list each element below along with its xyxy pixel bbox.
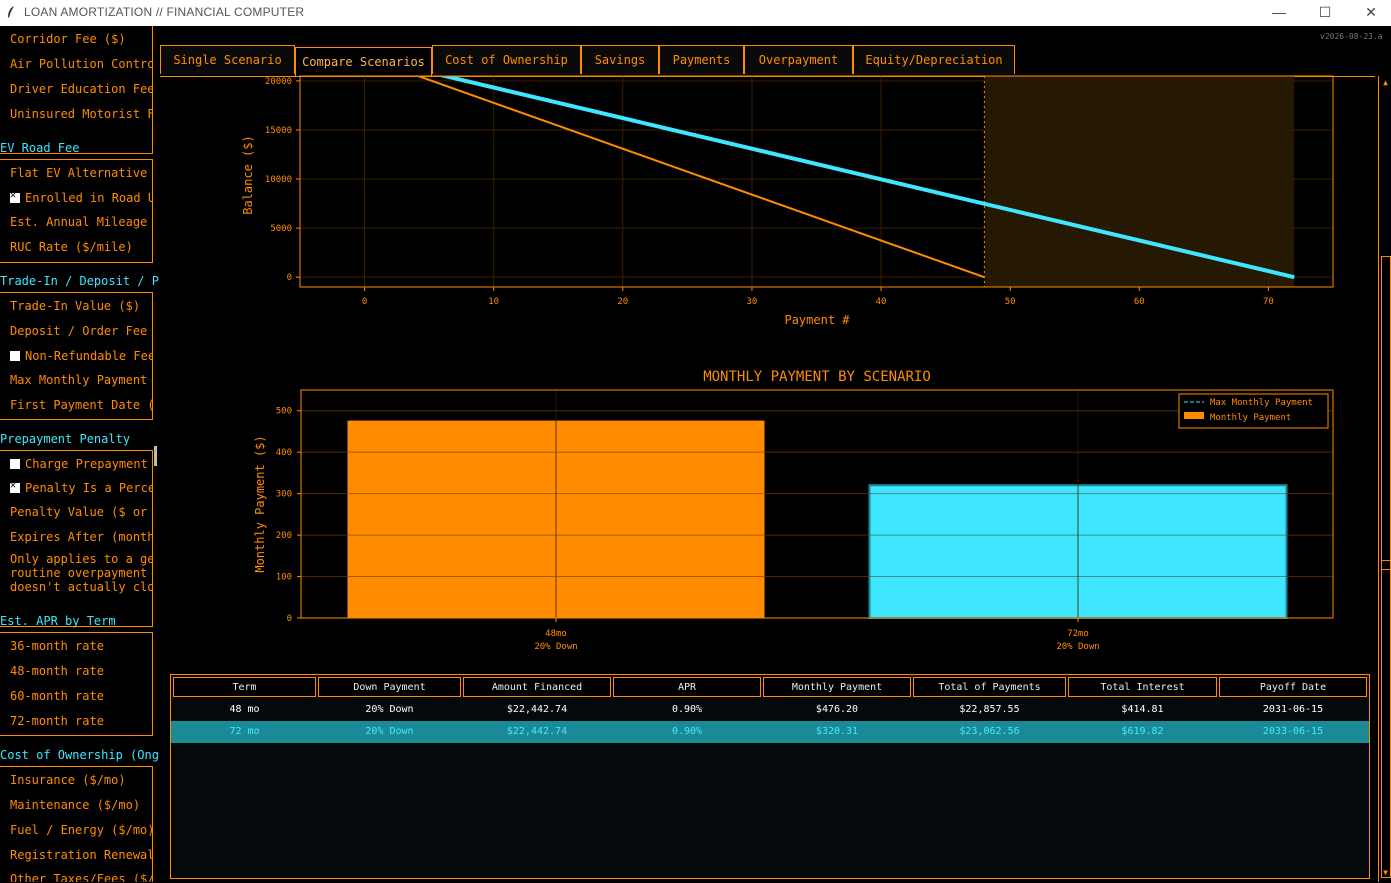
scroll-grip-icon (1382, 560, 1390, 570)
table-cell: 0.90% (671, 704, 703, 715)
column-header[interactable]: Total Interest (1068, 677, 1217, 697)
sidebar-item-fuel-energy[interactable]: Fuel / Energy ($/mo) (10, 823, 152, 837)
sidebar-item-36-month-rate[interactable]: 36-month rate (10, 639, 152, 653)
column-header[interactable]: Total of Payments (913, 677, 1066, 697)
table-cell: $22,442.74 (506, 726, 568, 737)
column-header[interactable]: Payoff Date (1219, 677, 1367, 697)
sidebar-item-trade-in-value[interactable]: Trade-In Value ($) (10, 299, 152, 313)
table-cell: $22,857.55 (959, 704, 1020, 715)
table-cell: 0.90% (671, 726, 703, 737)
column-header[interactable]: Term (173, 677, 316, 697)
section-title-apr: Est. APR by Term (0, 614, 116, 628)
prepay-note-line: doesn't actually clos (10, 580, 152, 594)
sidebar-item-expires-after[interactable]: Expires After (months) (10, 530, 152, 544)
table-cell: 20% Down (365, 726, 414, 737)
sidebar-item-insurance[interactable]: Insurance ($/mo) (10, 773, 152, 787)
sidebar-item-corridor-fee[interactable]: Corridor Fee ($) (10, 32, 152, 46)
column-header[interactable]: APR (613, 677, 761, 697)
sidebar-item-air-pollution[interactable]: Air Pollution Control Fee (10, 57, 152, 71)
checkbox-label: Non-Refundable Fee (25, 349, 152, 363)
section-title-trade-in: Trade-In / Deposit / P (0, 274, 159, 288)
tab-overpayment[interactable]: Overpayment (744, 45, 853, 74)
sidebar-item-charge-prepayment[interactable]: Charge Prepayment Penalty (10, 457, 152, 471)
sidebar-item-registration-renewal[interactable]: Registration Renewal (10, 848, 152, 862)
section-title-cost-of-ownership: Cost of Ownership (Ong (0, 748, 159, 762)
tab-equity-depreciation[interactable]: Equity/Depreciation (853, 45, 1015, 74)
table-cell: $476.20 (815, 704, 859, 715)
feather-icon (8, 6, 14, 18)
sidebar-item-ruc-rate[interactable]: RUC Rate ($/mile) (10, 240, 152, 254)
prepay-note-line: Only applies to a gen (10, 552, 152, 566)
column-header[interactable]: Monthly Payment (763, 677, 911, 697)
checkbox-label: Penalty Is a Percentage (25, 481, 152, 495)
tab-payments[interactable]: Payments (659, 45, 744, 74)
sidebar-item-uninsured-motorist[interactable]: Uninsured Motorist Fee (10, 107, 152, 121)
checkbox-unchecked-icon[interactable] (10, 459, 20, 469)
table-cell: 20% Down (365, 704, 414, 715)
table-cell: $320.31 (815, 726, 859, 737)
checkbox-checked-icon[interactable] (10, 481, 20, 493)
section-title-prepayment-penalty: Prepayment Penalty (0, 432, 131, 446)
close-button[interactable]: ✕ (1348, 0, 1391, 26)
sidebar-item-60-month-rate[interactable]: 60-month rate (10, 689, 152, 703)
table-cell: $414.81 (1121, 704, 1164, 715)
scroll-up-icon[interactable]: ▲ (1380, 78, 1391, 90)
checkbox-label: Enrolled in Road Usage (25, 191, 152, 205)
section-title-ev-road-fee: EV Road Fee (0, 141, 80, 155)
sidebar-item-enrolled-road-usage[interactable]: Enrolled in Road Usage (10, 191, 152, 205)
table-cell: $22,442.74 (506, 704, 568, 715)
table-row[interactable]: 48 mo 20% Down $22,442.74 0.90% $476.20 $22,8… (171, 699, 1369, 721)
table-row[interactable]: 72 mo 20% Down $22,442.74 0.90% $320.31 $23,0… (171, 721, 1369, 743)
comparison-table: Term Down Payment Amount Financed APR Monthl… (170, 674, 1370, 879)
sidebar-item-deposit-fee[interactable]: Deposit / Order Fee (10, 324, 152, 338)
window-title: LOAN AMORTIZATION // FINANCIAL COMPUTER (24, 5, 305, 19)
sidebar-item-flat-ev-fee[interactable]: Flat EV Alternative Fee (10, 166, 152, 180)
sidebar-item-non-refundable-fee[interactable]: Non-Refundable Fee (10, 349, 152, 363)
sidebar-item-max-monthly-payment[interactable]: Max Monthly Payment (10, 373, 152, 387)
sidebar-item-first-payment-date[interactable]: First Payment Date (Y (10, 398, 152, 412)
table-cell: 2031-06-15 (1262, 704, 1324, 715)
tab-compare-scenarios[interactable]: Compare Scenarios (295, 47, 432, 77)
version-label: v2026-08-23.a (1320, 32, 1383, 41)
sidebar-item-penalty-value[interactable]: Penalty Value ($ or %) (10, 505, 152, 519)
content-scrollbar[interactable]: ▲ ▼ (1378, 76, 1391, 882)
maximize-button[interactable]: ☐ (1302, 0, 1348, 26)
table-cell: 72 mo (229, 726, 260, 737)
checkbox-unchecked-icon[interactable] (10, 351, 20, 361)
checkbox-label: Charge Prepayment Penalty (25, 457, 152, 471)
table-cell: $23,062.56 (959, 726, 1020, 737)
sidebar-item-penalty-percent[interactable]: Penalty Is a Percentage (10, 481, 152, 495)
prepay-note-line: routine overpayment o (10, 566, 152, 580)
tab-cost-of-ownership[interactable]: Cost of Ownership (432, 45, 581, 74)
sidebar-item-driver-education[interactable]: Driver Education Fee (10, 82, 152, 96)
title-bar: LOAN AMORTIZATION // FINANCIAL COMPUTER … (0, 0, 1391, 26)
table-cell: 2033-06-15 (1262, 726, 1324, 737)
table-header: Term Down Payment Amount Financed APR Monthl… (171, 677, 1369, 699)
sidebar-scrollbar[interactable] (154, 446, 157, 466)
table-cell: 48 mo (229, 704, 260, 715)
tab-savings[interactable]: Savings (581, 45, 659, 74)
tab-single-scenario[interactable]: Single Scenario (160, 45, 295, 74)
column-header[interactable]: Down Payment (318, 677, 461, 697)
sidebar-item-72-month-rate[interactable]: 72-month rate (10, 714, 152, 728)
sidebar-item-annual-mileage[interactable]: Est. Annual Mileage (10, 215, 152, 229)
column-header[interactable]: Amount Financed (463, 677, 611, 697)
table-cell: $619.82 (1121, 726, 1164, 737)
checkbox-checked-icon[interactable] (10, 191, 20, 203)
sidebar-item-other-taxes[interactable]: Other Taxes/Fees ($/y (10, 872, 152, 882)
scroll-down-icon[interactable]: ▼ (1380, 868, 1391, 880)
sidebar-item-maintenance[interactable]: Maintenance ($/mo) (10, 798, 152, 812)
sidebar: Corridor Fee ($) Air Pollution Control F… (0, 26, 160, 882)
minimize-button[interactable]: — (1256, 0, 1302, 26)
sidebar-item-48-month-rate[interactable]: 48-month rate (10, 664, 152, 678)
